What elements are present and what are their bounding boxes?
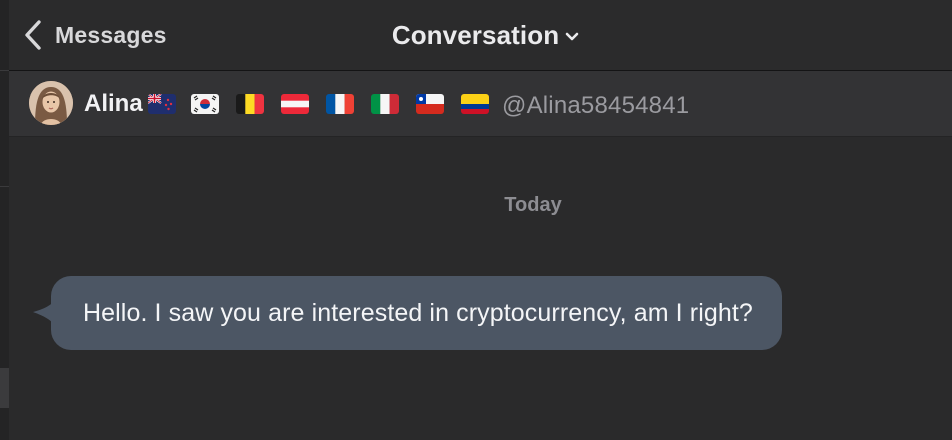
message-text: Hello. I saw you are interested in crypt… bbox=[83, 298, 753, 327]
page-title-label: Conversation bbox=[391, 19, 560, 50]
conversation-title-menu[interactable]: Conversation bbox=[392, 20, 579, 51]
new-zealand-flag-icon bbox=[148, 94, 176, 114]
avatar[interactable] bbox=[29, 81, 73, 125]
page-title: Conversation bbox=[9, 18, 952, 52]
sidebar-divider bbox=[0, 70, 9, 71]
flag-list bbox=[148, 93, 506, 115]
sidebar-selected-segment bbox=[0, 368, 9, 408]
contact-header[interactable]: Alina @Alina58454841 bbox=[9, 71, 952, 137]
belgium-flag-icon bbox=[236, 94, 264, 114]
colombia-flag-icon bbox=[461, 94, 489, 114]
italy-flag-icon bbox=[371, 94, 399, 114]
avatar-image bbox=[29, 81, 73, 125]
contact-handle: @Alina58454841 bbox=[502, 92, 690, 119]
sidebar-edge bbox=[0, 0, 9, 440]
france-flag-icon bbox=[326, 94, 354, 114]
navigation-bar: Messages Conversation bbox=[9, 0, 952, 71]
date-separator: Today bbox=[504, 194, 562, 216]
message-bubble[interactable]: Hello. I saw you are interested in crypt… bbox=[51, 276, 782, 350]
conversation-window: Messages Conversation Alina @Alina584548… bbox=[9, 0, 952, 440]
chile-flag-icon bbox=[416, 94, 444, 114]
sidebar-divider bbox=[0, 186, 9, 187]
austria-flag-icon bbox=[281, 94, 309, 114]
contact-name: Alina bbox=[84, 90, 143, 117]
south-korea-flag-icon bbox=[191, 94, 219, 114]
chevron-down-icon bbox=[565, 32, 579, 40]
